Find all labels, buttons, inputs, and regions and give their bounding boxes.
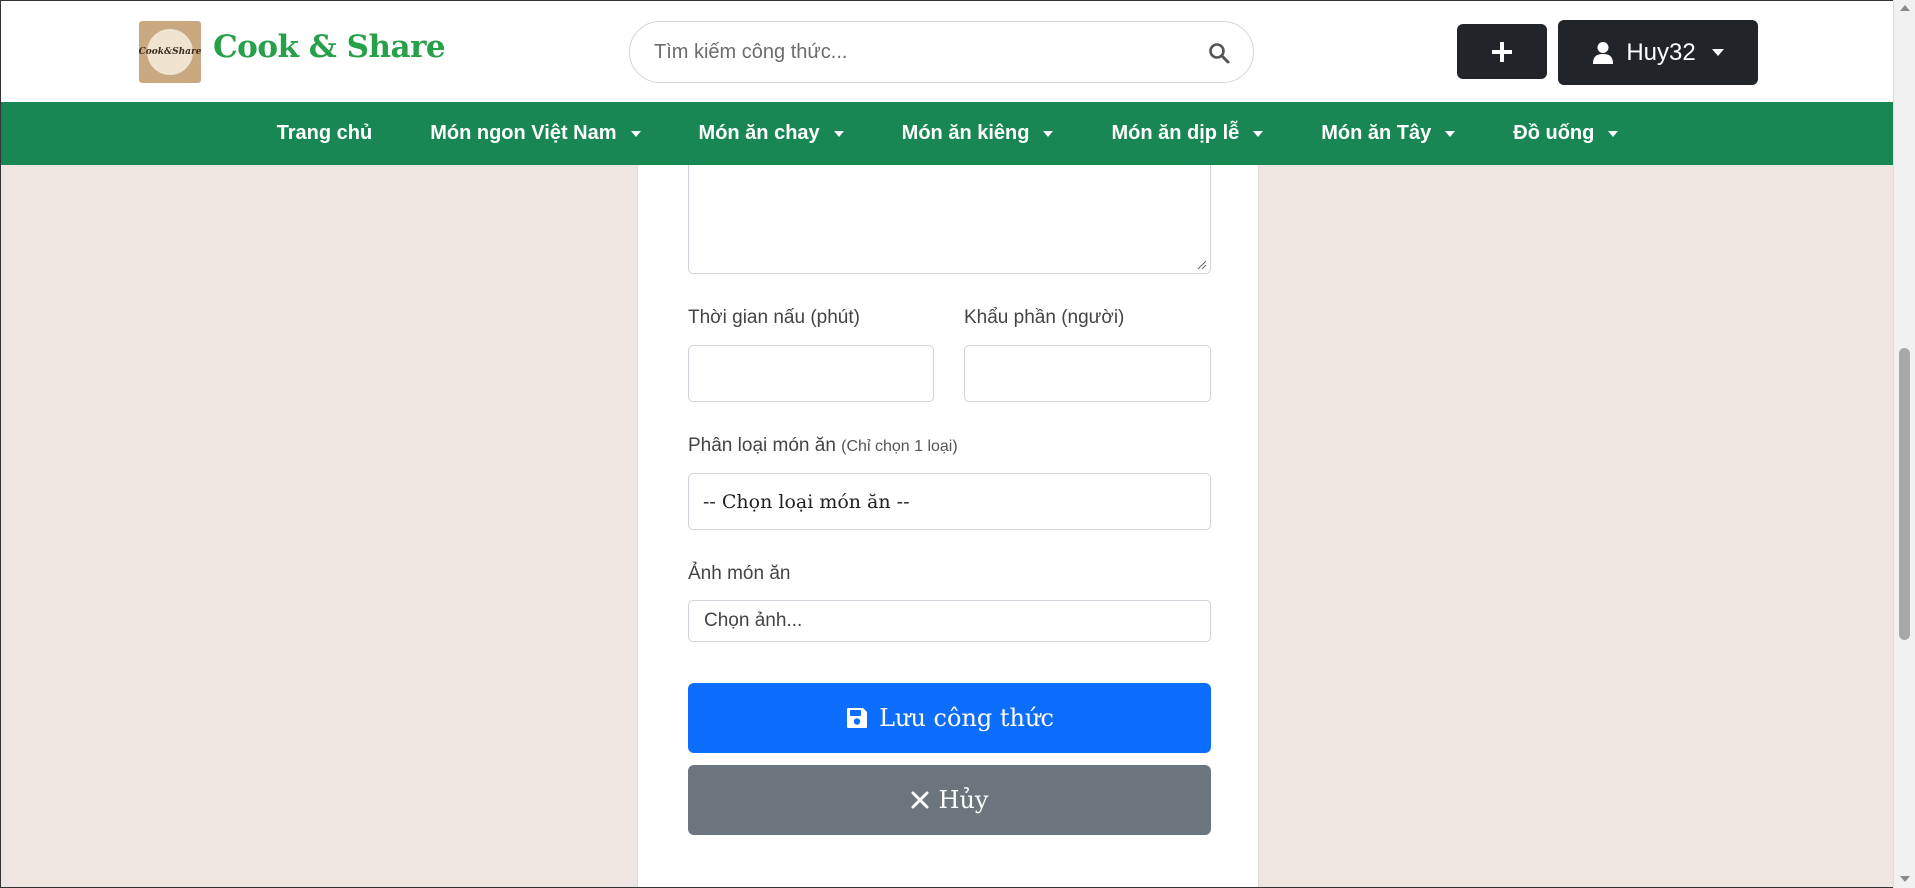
scroll-down-arrow-icon[interactable] xyxy=(1900,876,1910,882)
search-box xyxy=(629,21,1254,83)
chevron-down-icon xyxy=(1711,49,1724,56)
brand-name[interactable]: Cook & Share xyxy=(213,29,446,65)
resize-grip-icon[interactable] xyxy=(1197,260,1207,270)
scroll-thumb[interactable] xyxy=(1899,348,1910,640)
save-recipe-button[interactable]: Lưu công thức xyxy=(688,683,1211,753)
user-name: Huy32 xyxy=(1626,38,1696,66)
header: Cook&Share Cook & Share Huy32 xyxy=(1,1,1893,102)
category-label-text: Phân loại món ăn xyxy=(688,435,836,456)
logo-image[interactable]: Cook&Share xyxy=(139,21,201,83)
search-icon[interactable] xyxy=(1207,41,1231,65)
scroll-up-arrow-icon[interactable] xyxy=(1900,5,1910,11)
caret-down-icon xyxy=(1253,130,1264,137)
user-icon xyxy=(1593,41,1614,64)
servings-input[interactable] xyxy=(964,345,1211,402)
nav-item-label: Món ăn Tây xyxy=(1321,122,1432,144)
caret-down-icon xyxy=(1043,130,1054,137)
caret-down-icon xyxy=(1608,130,1619,137)
main-nav: Trang chủ Món ngon Việt Nam Món ăn chay … xyxy=(1,102,1893,165)
nav-item-drinks[interactable]: Đồ uống xyxy=(1484,102,1647,165)
description-textarea[interactable] xyxy=(688,165,1211,274)
cook-time-input[interactable] xyxy=(688,345,934,402)
add-recipe-button[interactable] xyxy=(1457,24,1547,79)
user-menu-button[interactable]: Huy32 xyxy=(1558,20,1758,85)
nav-item-western[interactable]: Món ăn Tây xyxy=(1292,102,1484,165)
plus-icon xyxy=(1492,41,1512,62)
search-input[interactable] xyxy=(654,22,1194,82)
nav-item-label: Món ăn kiêng xyxy=(901,122,1030,144)
category-select[interactable]: -- Chọn loại món ăn -- xyxy=(688,473,1211,530)
cancel-button-label: Hủy xyxy=(938,786,989,814)
caret-down-icon xyxy=(1445,130,1456,137)
nav-item-label: Món ngon Việt Nam xyxy=(430,122,617,144)
image-file-input[interactable]: Chọn ảnh... xyxy=(688,600,1211,642)
cook-time-label: Thời gian nấu (phút) xyxy=(688,307,860,328)
recipe-form-card: Thời gian nấu (phút) Khẩu phần (người) P… xyxy=(637,165,1259,887)
page: Cook&Share Cook & Share Huy32 xyxy=(0,0,1893,888)
cancel-button[interactable]: Hủy xyxy=(688,765,1211,835)
nav-item-label: Món ăn chay xyxy=(698,122,820,144)
save-button-label: Lưu công thức xyxy=(879,704,1054,732)
floppy-disk-icon xyxy=(847,708,868,728)
nav-item-label: Món ăn dịp lễ xyxy=(1111,122,1240,144)
servings-label: Khẩu phần (người) xyxy=(964,307,1125,328)
nav-item-label: Trang chủ xyxy=(276,122,373,144)
image-label: Ảnh món ăn xyxy=(688,563,791,584)
nav-item-label: Đồ uống xyxy=(1513,122,1595,144)
close-icon xyxy=(911,791,929,809)
category-label: Phân loại món ăn (Chỉ chọn 1 loại) xyxy=(688,435,958,457)
nav-item-vietnamese[interactable]: Món ngon Việt Nam xyxy=(401,102,669,165)
nav-item-vegetarian[interactable]: Món ăn chay xyxy=(670,102,873,165)
nav-item-holiday[interactable]: Món ăn dịp lễ xyxy=(1082,102,1292,165)
nav-item-home[interactable]: Trang chủ xyxy=(248,102,402,165)
caret-down-icon xyxy=(630,130,641,137)
logo-badge: Cook&Share xyxy=(139,29,201,75)
category-hint: (Chỉ chọn 1 loại) xyxy=(841,438,958,455)
file-chooser-label: Chọn ảnh... xyxy=(704,610,803,631)
caret-down-icon xyxy=(833,130,844,137)
vertical-scrollbar[interactable] xyxy=(1893,0,1915,888)
nav-item-diet[interactable]: Món ăn kiêng xyxy=(873,102,1083,165)
